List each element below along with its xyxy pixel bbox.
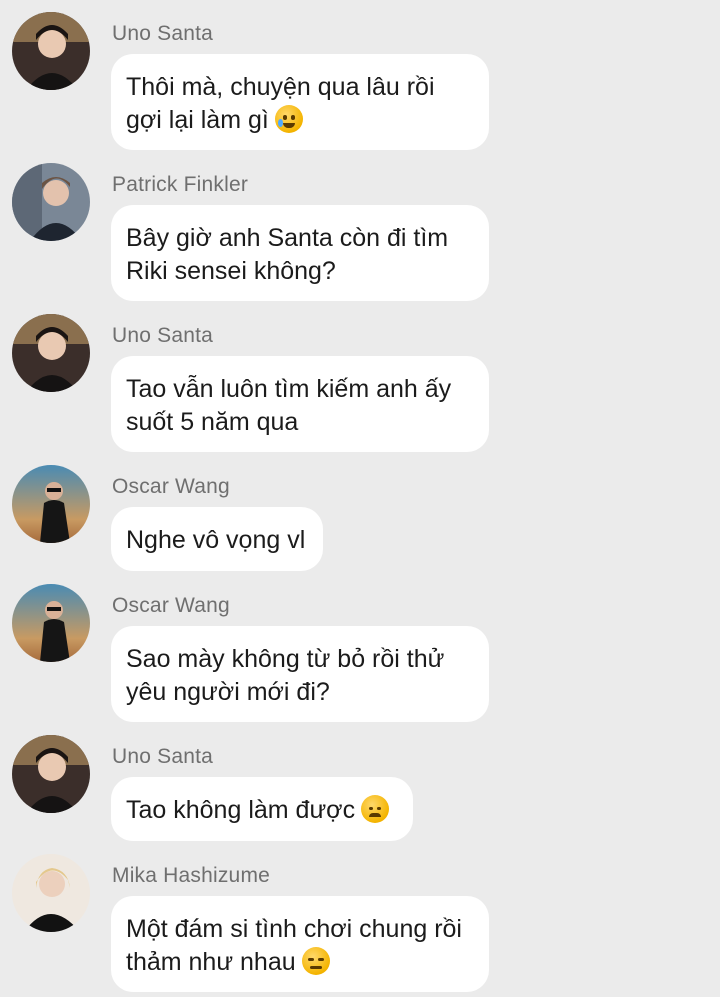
message-text-line: Thôi mà, chuyện qua lâu rồi	[126, 73, 435, 101]
avatar-oscar-wang[interactable]	[12, 584, 90, 662]
message-bubble[interactable]: Sao mày không từ bỏ rồi thử yêu người mớ…	[111, 626, 489, 722]
avatar-uno-santa[interactable]	[12, 12, 90, 90]
avatar-mika-hashizume[interactable]	[12, 854, 90, 932]
message-text-line: gợi lại làm gì	[126, 106, 269, 134]
sender-name: Uno Santa	[112, 745, 214, 768]
sender-name: Mika Hashizume	[112, 864, 271, 887]
sender-name: Uno Santa	[112, 22, 214, 45]
expressionless-face-icon	[301, 947, 330, 975]
message-text-line: Bây giờ anh Santa còn đi tìm	[126, 224, 449, 252]
avatar-uno-santa[interactable]	[12, 314, 90, 392]
message-text-line: suốt 5 năm qua	[126, 408, 299, 436]
message-bubble[interactable]: Thôi mà, chuyện qua lâu rồi gợi lại làm …	[111, 54, 489, 150]
message-text-line: yêu người mới đi?	[126, 678, 330, 706]
sender-name: Patrick Finkler	[112, 173, 249, 196]
smiling-face-with-tear-icon	[274, 105, 303, 133]
message-text-line: Tao vẫn luôn tìm kiếm anh ấy	[126, 375, 452, 403]
avatar-patrick-finkler[interactable]	[12, 163, 90, 241]
sender-name: Uno Santa	[112, 324, 214, 347]
message-text-line: thảm như nhau	[126, 948, 296, 976]
disappointed-face-icon	[361, 795, 390, 823]
sender-name: Oscar Wang	[112, 594, 230, 617]
message-bubble[interactable]: Bây giờ anh Santa còn đi tìm Riki sensei…	[111, 205, 489, 301]
message-text-line: Nghe vô vọng vl	[126, 526, 306, 554]
message-text-line: Tao không làm được	[126, 796, 356, 824]
message-text-line: Sao mày không từ bỏ rồi thử	[126, 645, 445, 673]
message-text-line: Một đám si tình chơi chung rồi	[126, 915, 462, 943]
message-text-line: Riki sensei không?	[126, 257, 336, 285]
message-bubble[interactable]: Tao không làm được	[111, 777, 413, 841]
message-bubble[interactable]: Tao vẫn luôn tìm kiếm anh ấy suốt 5 năm …	[111, 356, 489, 452]
sender-name: Oscar Wang	[112, 475, 230, 498]
avatar-oscar-wang[interactable]	[12, 465, 90, 543]
message-bubble[interactable]: Một đám si tình chơi chung rồi thảm như …	[111, 896, 489, 992]
avatar-uno-santa[interactable]	[12, 735, 90, 813]
message-bubble[interactable]: Nghe vô vọng vl	[111, 507, 323, 571]
